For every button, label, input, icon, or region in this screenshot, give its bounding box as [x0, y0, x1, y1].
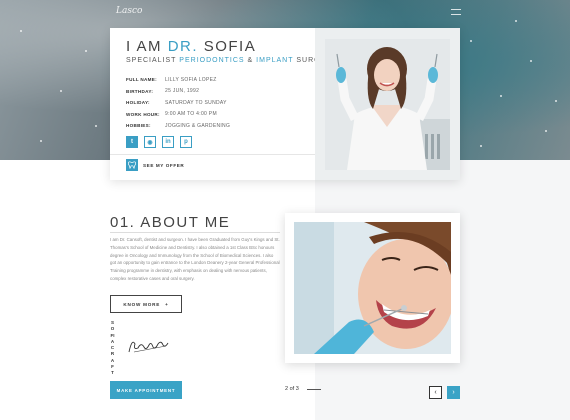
pager-line — [306, 388, 321, 390]
title-accent: DR. — [167, 38, 199, 55]
info-value: 9:00 AM TO 4:00 PM — [165, 111, 217, 118]
logo[interactable]: Lasco — [116, 6, 142, 16]
know-more-label: KNOW MORE — [123, 301, 161, 307]
see-offer-label: SEE MY OFFER — [143, 162, 185, 168]
page-indicator: 2 of 3 — [285, 386, 299, 392]
info-label: HOBBIES: — [126, 123, 151, 129]
title-name: SOFIA — [203, 38, 257, 55]
subtitle-pre: SPECIALIST — [126, 57, 177, 64]
know-more-button[interactable]: KNOW MORE + — [110, 295, 182, 313]
make-appointment-button[interactable]: MAKE APPOINTMENT — [110, 381, 182, 399]
profile-title: I AM DR. SOFIA — [126, 38, 256, 55]
about-divider — [110, 232, 280, 233]
info-label: FULL NAME: — [126, 77, 157, 83]
info-value: JOGGING & GARDENING — [165, 122, 231, 129]
profile-subtitle: SPECIALIST PERIODONTICS & IMPLANT SURGEO… — [126, 57, 339, 64]
info-row: FULL NAME: LILLY SOFIA LOPEZ — [126, 74, 316, 86]
plus-icon: + — [165, 301, 169, 307]
info-value: 25 JUN, 1992 — [165, 88, 200, 95]
info-row: HOLIDAY: SATURDAY TO SUNDAY — [126, 97, 316, 109]
info-row: BIRTHDAY: 25 JUN, 1992 — [126, 86, 316, 98]
github-icon[interactable]: ◉ — [144, 136, 156, 148]
title-prefix: I AM — [126, 38, 163, 55]
next-button[interactable]: › — [447, 386, 460, 399]
patient-photo — [294, 222, 451, 354]
menu-icon[interactable] — [451, 9, 461, 15]
doctor-photo — [325, 39, 450, 170]
subtitle-amp: & — [247, 57, 254, 64]
info-row: WORK HOUR: 9:00 AM TO 4:00 PM — [126, 109, 316, 121]
see-offer-link[interactable]: SEE MY OFFER — [126, 159, 184, 171]
tooth-icon — [126, 159, 138, 171]
subtitle-specialty: PERIODONTICS — [179, 57, 245, 64]
linkedin-icon[interactable]: in — [162, 136, 174, 148]
profile-card: I AM DR. SOFIA SPECIALIST PERIODONTICS &… — [110, 28, 460, 180]
info-row: HOBBIES: JOGGING & GARDENING — [126, 120, 316, 132]
about-text: I am Dr. Cansoft, dentist and surgeon. I… — [110, 237, 280, 281]
subtitle-specialty-2: IMPLANT — [256, 57, 294, 64]
twitter-icon[interactable]: t — [126, 136, 138, 148]
info-value: LILLY SOFIA LOPEZ — [165, 76, 217, 83]
about-title: 01. ABOUT ME — [110, 214, 231, 231]
social-links: t ◉ in p — [126, 136, 192, 148]
pinterest-icon[interactable]: p — [180, 136, 192, 148]
prev-button[interactable]: ‹ — [429, 386, 442, 399]
info-label: HOLIDAY: — [126, 100, 150, 106]
info-label: BIRTHDAY: — [126, 88, 154, 94]
vertical-name: SOFIACRAFT — [110, 320, 115, 376]
info-label: WORK HOUR: — [126, 111, 160, 117]
info-list: FULL NAME: LILLY SOFIA LOPEZ BIRTHDAY: 2… — [126, 74, 316, 132]
signature — [126, 336, 171, 361]
info-value: SATURDAY TO SUNDAY — [165, 99, 227, 106]
pager: 2 of 3 — [285, 386, 321, 392]
card-divider — [110, 154, 315, 155]
